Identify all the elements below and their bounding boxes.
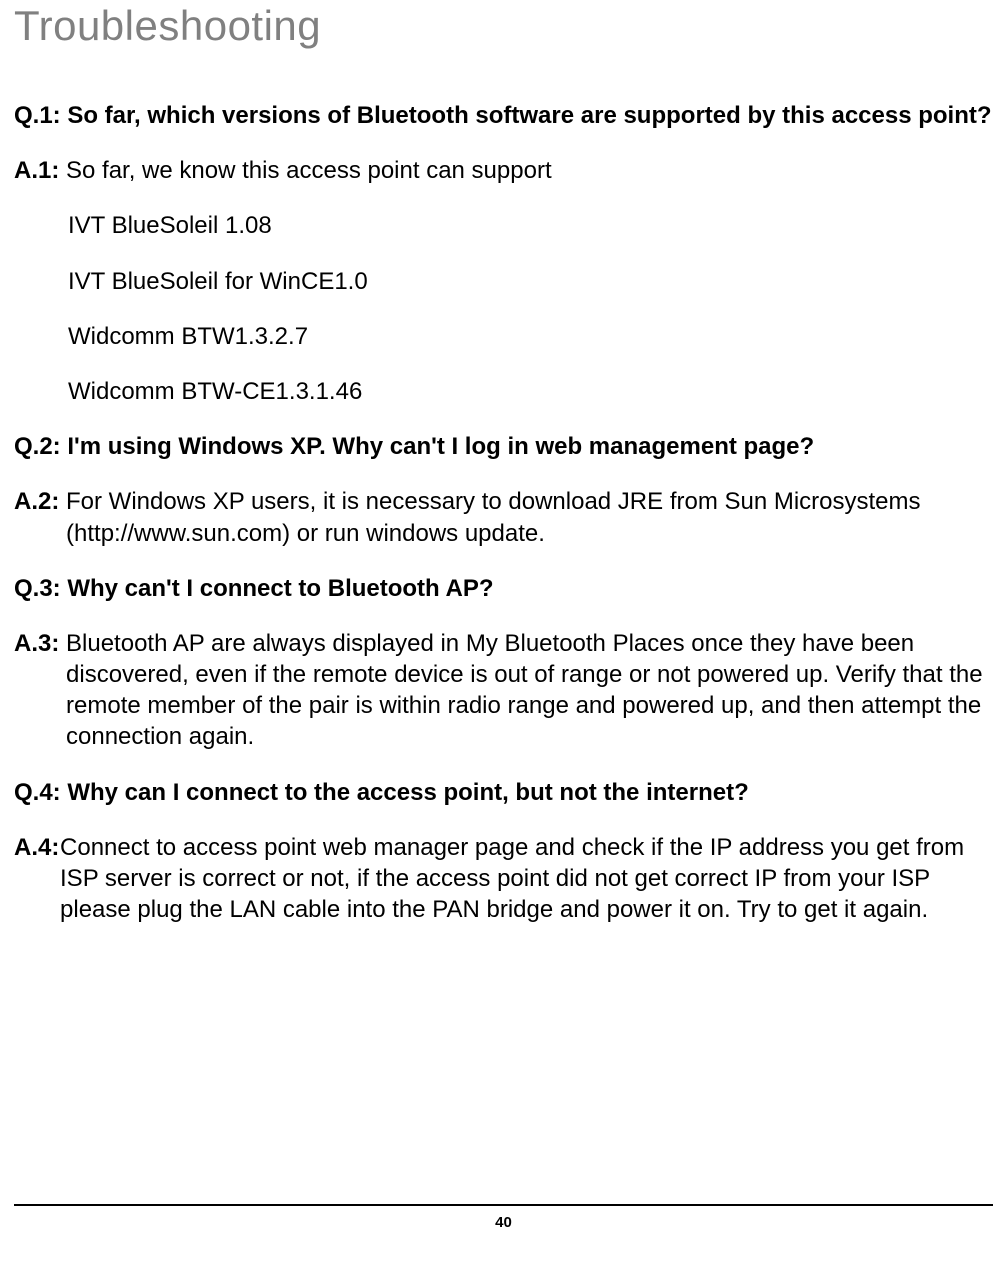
qa-block: Q.4: Why can I connect to the access poi… — [14, 777, 993, 926]
answer-label: A.3: — [14, 628, 66, 753]
question-line: Q.2: I'm using Windows XP. Why can't I l… — [14, 431, 993, 462]
page-title: Troubleshooting — [14, 2, 993, 50]
question-text: So far, which versions of Bluetooth soft… — [67, 100, 993, 131]
question-text: Why can I connect to the access point, b… — [67, 777, 993, 808]
answer-text: Connect to access point web manager page… — [60, 832, 993, 926]
question-label: Q.3: — [14, 573, 67, 604]
question-line: Q.4: Why can I connect to the access poi… — [14, 777, 993, 808]
answer-text: For Windows XP users, it is necessary to… — [66, 486, 993, 548]
answer-sub-item: Widcomm BTW1.3.2.7 — [68, 321, 993, 352]
page-number: 40 — [14, 1214, 993, 1231]
qa-container: Q.1: So far, which versions of Bluetooth… — [14, 100, 993, 925]
answer-line: A.2: For Windows XP users, it is necessa… — [14, 486, 993, 548]
qa-block: Q.1: So far, which versions of Bluetooth… — [14, 100, 993, 407]
question-line: Q.1: So far, which versions of Bluetooth… — [14, 100, 993, 131]
question-label: Q.2: — [14, 431, 67, 462]
answer-sub-item: IVT BlueSoleil for WinCE1.0 — [68, 266, 993, 297]
answer-label: A.2: — [14, 486, 66, 548]
qa-block: Q.2: I'm using Windows XP. Why can't I l… — [14, 431, 993, 549]
answer-sub-item: Widcomm BTW-CE1.3.1.46 — [68, 376, 993, 407]
answer-label: A.4: — [14, 832, 66, 926]
answer-line: A.4: Connect to access point web manager… — [14, 832, 993, 926]
page-footer: 40 — [14, 1204, 993, 1231]
question-label: Q.4: — [14, 777, 67, 808]
answer-text: Bluetooth AP are always displayed in My … — [66, 628, 993, 753]
question-text: Why can't I connect to Bluetooth AP? — [67, 573, 993, 604]
question-text: I'm using Windows XP. Why can't I log in… — [67, 431, 993, 462]
answer-sub-item: IVT BlueSoleil 1.08 — [68, 210, 993, 241]
question-line: Q.3: Why can't I connect to Bluetooth AP… — [14, 573, 993, 604]
answer-text: So far, we know this access point can su… — [66, 155, 993, 186]
answer-line: A.3: Bluetooth AP are always displayed i… — [14, 628, 993, 753]
answer-line: A.1: So far, we know this access point c… — [14, 155, 993, 186]
answer-label: A.1: — [14, 155, 66, 186]
question-label: Q.1: — [14, 100, 67, 131]
qa-block: Q.3: Why can't I connect to Bluetooth AP… — [14, 573, 993, 753]
footer-divider — [14, 1204, 993, 1206]
